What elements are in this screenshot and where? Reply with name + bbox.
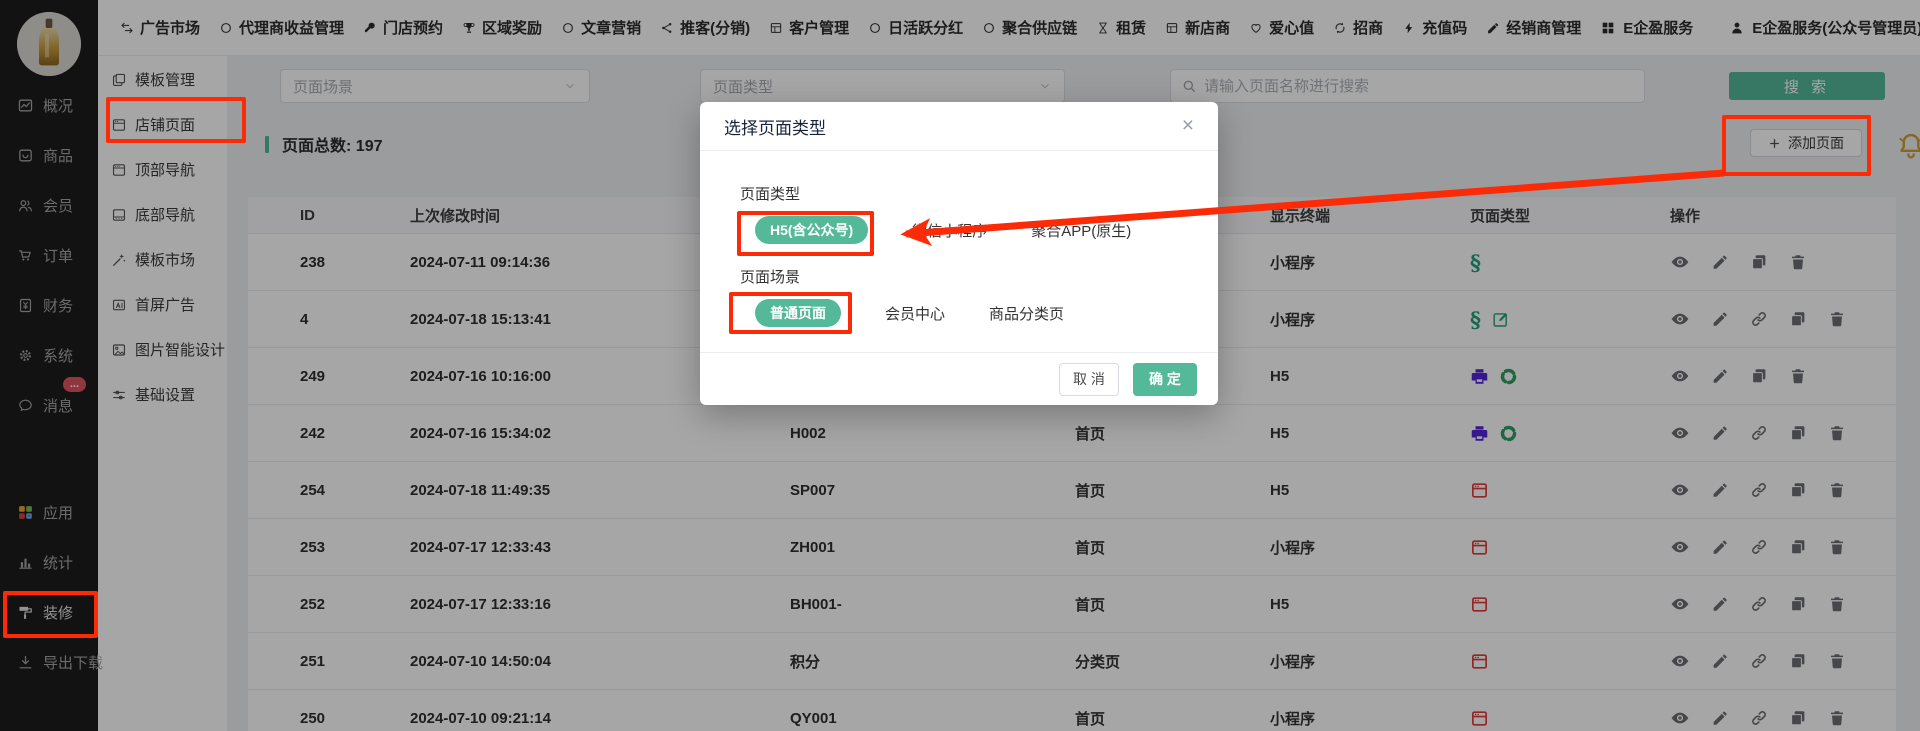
page-scene-option-3[interactable]: 商品分类页 bbox=[989, 303, 1064, 324]
page-type-option-1[interactable]: H5(含公众号) bbox=[755, 216, 868, 244]
close-icon[interactable]: × bbox=[1182, 114, 1194, 138]
page-scene-option-2[interactable]: 会员中心 bbox=[885, 303, 945, 324]
page-scene-options: 普通页面 会员中心 商品分类页 bbox=[755, 299, 1218, 327]
page-type-options: H5(含公众号) 微信小程序 聚合APP(原生) bbox=[755, 216, 1218, 244]
cancel-button[interactable]: 取 消 bbox=[1059, 363, 1119, 396]
page-type-option-2[interactable]: 微信小程序 bbox=[912, 220, 987, 241]
page-type-modal: 选择页面类型 × 页面类型 H5(含公众号) 微信小程序 聚合APP(原生) 页面场… bbox=[700, 102, 1218, 405]
page-type-option-3[interactable]: 聚合APP(原生) bbox=[1031, 220, 1131, 241]
page-scene-option-1[interactable]: 普通页面 bbox=[755, 299, 841, 327]
confirm-button[interactable]: 确 定 bbox=[1133, 363, 1197, 396]
page-scene-label: 页面场景 bbox=[740, 266, 1218, 287]
page-type-label: 页面类型 bbox=[740, 183, 1218, 204]
modal-footer: 取 消 确 定 bbox=[700, 352, 1218, 405]
modal-header: 选择页面类型 × bbox=[700, 102, 1218, 151]
modal-title: 选择页面类型 bbox=[724, 114, 1182, 139]
